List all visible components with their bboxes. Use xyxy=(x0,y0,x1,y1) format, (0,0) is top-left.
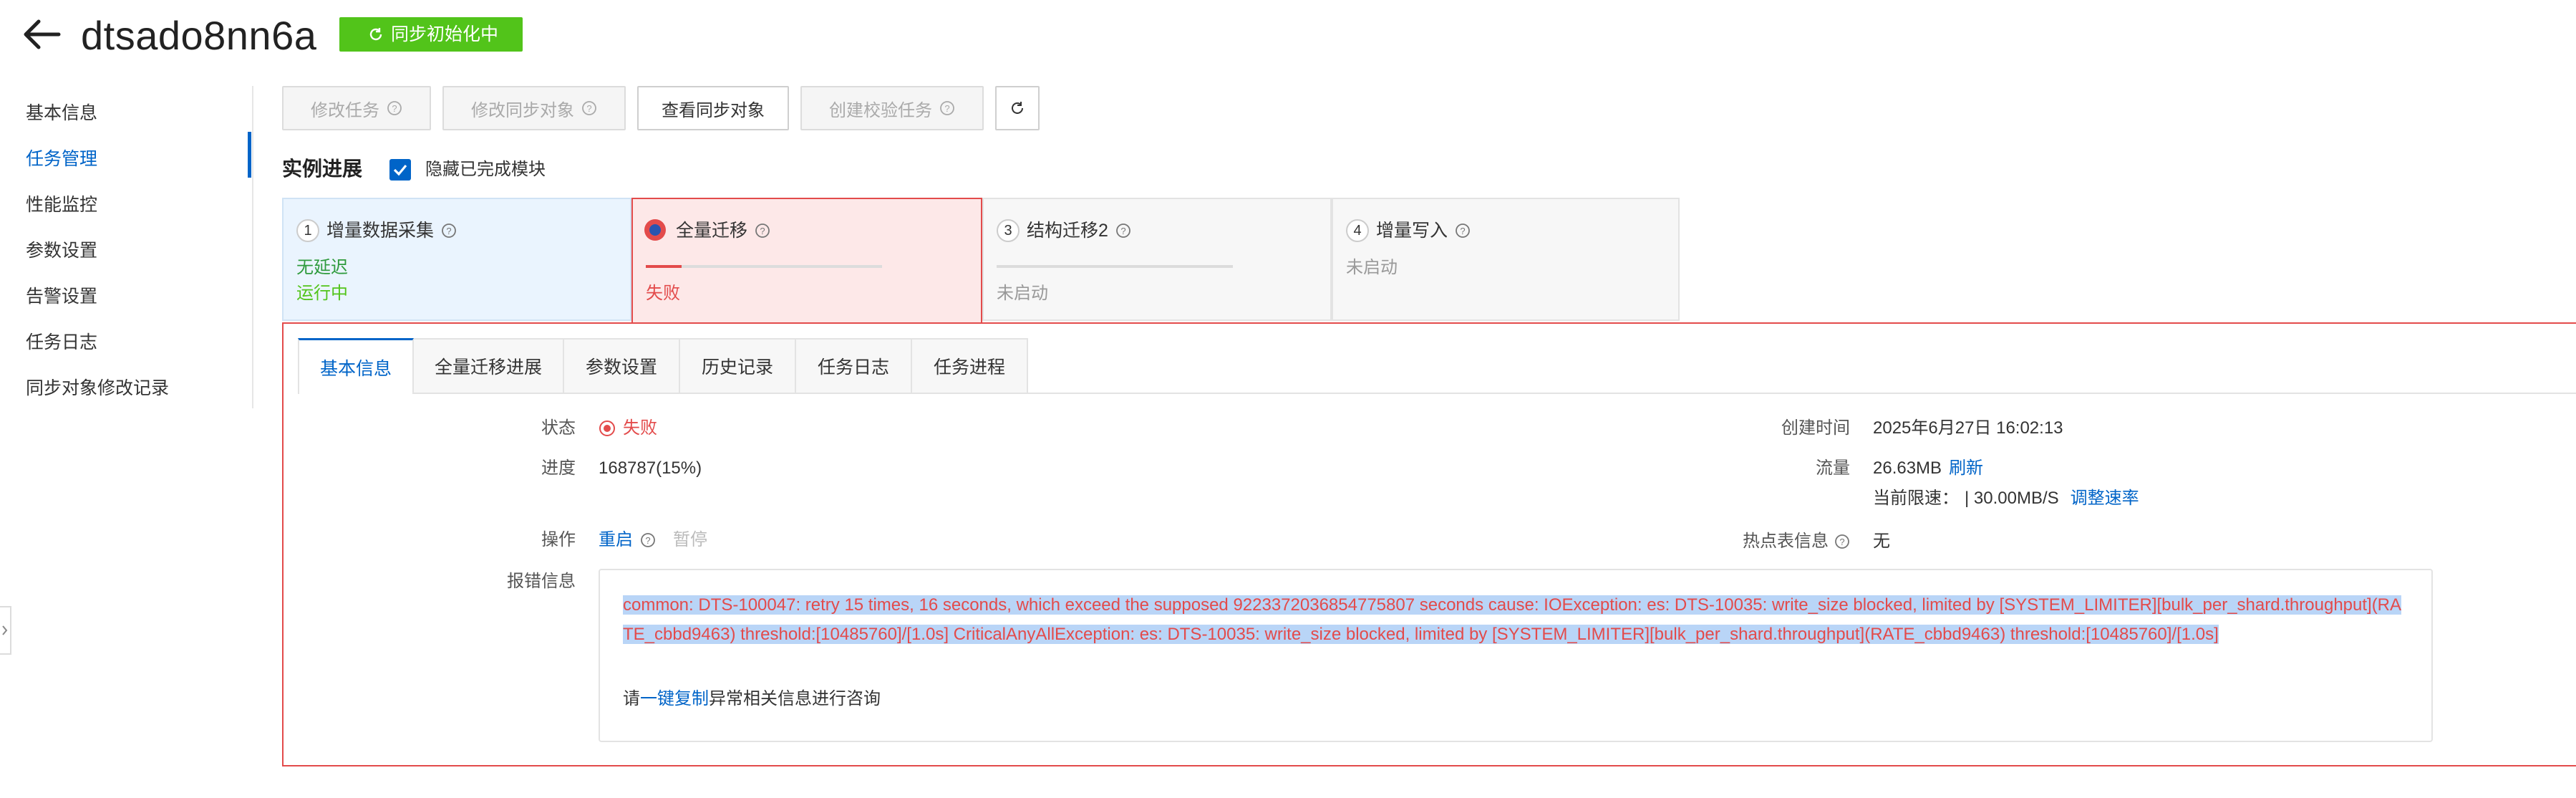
rate-limit-label: 当前限速： xyxy=(1873,489,1959,508)
status-badge: 同步初始化中 xyxy=(339,17,523,52)
hot-table-label: 热点表信息 xyxy=(1743,532,1829,551)
action-label: 操作 xyxy=(541,530,576,549)
step-card-schema-migration[interactable]: 3 结构迁移2 ? 未启动 xyxy=(982,198,1332,321)
step-progress-bar xyxy=(646,265,882,268)
created-time-label: 创建时间 xyxy=(1781,418,1850,438)
step-progress-bar xyxy=(997,265,1233,268)
help-icon: ? xyxy=(442,223,456,238)
detail-tabs: 基本信息 全量迁移进展 参数设置 历史记录 任务日志 任务进程 xyxy=(298,338,1028,394)
traffic-label: 流量 xyxy=(1816,458,1850,478)
step-card-incremental-collect[interactable]: 1 增量数据采集 ? 无延迟 运行中 xyxy=(282,198,631,321)
svg-text:?: ? xyxy=(760,226,765,236)
restart-link[interactable]: 重启 xyxy=(599,529,633,552)
sidebar-active-indicator xyxy=(248,132,251,178)
sidebar-item-object-change-log[interactable]: 同步对象修改记录 xyxy=(26,377,169,400)
step-status: 未启动 xyxy=(997,284,1048,303)
rate-limit-value: | 30.00MB/S xyxy=(1965,489,2059,508)
svg-text:?: ? xyxy=(586,103,591,114)
back-arrow-icon[interactable] xyxy=(20,14,63,54)
sidebar-item-task-management[interactable]: 任务管理 xyxy=(26,148,97,170)
sidebar-item-task-log[interactable]: 任务日志 xyxy=(26,331,97,354)
status-badge-label: 同步初始化中 xyxy=(391,24,499,44)
svg-text:?: ? xyxy=(1120,226,1125,236)
sidebar: 基本信息 任务管理 性能监控 参数设置 告警设置 任务日志 同步对象修改记录 xyxy=(0,86,253,408)
step-number: 1 xyxy=(296,219,319,242)
sidebar-item-basic-info[interactable]: 基本信息 xyxy=(26,102,97,125)
step-name: 增量数据采集 xyxy=(326,221,435,241)
help-icon: ? xyxy=(387,101,402,115)
svg-text:?: ? xyxy=(645,535,650,546)
step-card-incremental-write[interactable]: 4 增量写入 ? 未启动 xyxy=(1332,198,1680,321)
help-icon: ? xyxy=(641,533,655,547)
svg-text:?: ? xyxy=(1839,537,1844,547)
copy-error-link[interactable]: 一键复制 xyxy=(640,689,709,708)
progress-value: 168787(15%) xyxy=(599,458,702,478)
tabs-underline xyxy=(414,393,2576,394)
svg-text:?: ? xyxy=(446,226,451,236)
tab-history[interactable]: 历史记录 xyxy=(680,338,796,394)
refresh-icon xyxy=(1012,102,1023,114)
help-icon: ? xyxy=(1456,223,1470,238)
error-message-text[interactable]: common: DTS-100047: retry 15 times, 16 s… xyxy=(623,590,2406,649)
svg-text:?: ? xyxy=(944,103,949,114)
help-icon: ? xyxy=(940,101,954,115)
help-icon: ? xyxy=(1116,223,1130,238)
traffic-refresh-link[interactable]: 刷新 xyxy=(1949,457,1983,480)
step-name: 全量迁移 xyxy=(676,221,748,241)
help-icon: ? xyxy=(755,223,770,238)
step-number: 4 xyxy=(1346,219,1369,242)
chevron-right-icon xyxy=(2,625,8,635)
status-value: 失败 xyxy=(599,417,657,440)
step-run-status: 运行中 xyxy=(296,284,348,303)
tab-parameters[interactable]: 参数设置 xyxy=(564,338,680,394)
tab-task-log[interactable]: 任务日志 xyxy=(796,338,912,394)
modify-sync-objects-button[interactable]: 修改同步对象 ? xyxy=(442,86,626,130)
traffic-value: 26.63MB xyxy=(1873,458,1942,478)
tab-full-migration-progress[interactable]: 全量迁移进展 xyxy=(414,338,564,394)
created-time-value: 2025年6月27日 16:02:13 xyxy=(1873,418,2063,438)
svg-text:?: ? xyxy=(1460,226,1465,236)
help-icon: ? xyxy=(582,101,596,115)
error-message-box: common: DTS-100047: retry 15 times, 16 s… xyxy=(599,569,2433,742)
refresh-button[interactable] xyxy=(995,86,1040,130)
step-card-full-migration[interactable]: 全量迁移 ? 失败 xyxy=(631,198,982,324)
step-status: 失败 xyxy=(646,284,680,303)
pause-link[interactable]: 暂停 xyxy=(673,529,707,552)
view-sync-objects-button[interactable]: 查看同步对象 xyxy=(637,86,789,130)
hide-completed-label[interactable]: 隐藏已完成模块 xyxy=(425,158,546,182)
sidebar-item-parameters[interactable]: 参数设置 xyxy=(26,239,97,262)
fail-status-icon xyxy=(599,420,615,436)
tab-basic-info[interactable]: 基本信息 xyxy=(298,338,414,394)
status-label: 状态 xyxy=(541,418,576,438)
adjust-rate-link[interactable]: 调整速率 xyxy=(2071,487,2139,510)
step-delay-status: 无延迟 xyxy=(296,258,348,277)
error-label: 报错信息 xyxy=(507,572,576,591)
sidebar-item-alerts[interactable]: 告警设置 xyxy=(26,285,97,308)
help-icon: ? xyxy=(1835,534,1849,549)
step-name: 结构迁移2 xyxy=(1027,221,1108,241)
hot-table-value: 无 xyxy=(1873,532,1890,551)
svg-text:?: ? xyxy=(392,103,397,114)
sync-icon xyxy=(369,28,382,41)
step-name: 增量写入 xyxy=(1376,221,1448,241)
progress-label: 进度 xyxy=(541,458,576,478)
create-check-task-button[interactable]: 创建校验任务 ? xyxy=(800,86,984,130)
step-number: 3 xyxy=(997,219,1020,242)
step-status: 未启动 xyxy=(1346,258,1398,277)
step-progress-fill xyxy=(646,265,682,268)
tab-task-process[interactable]: 任务进程 xyxy=(912,338,1028,394)
fail-status-icon xyxy=(644,219,666,241)
sidebar-item-performance[interactable]: 性能监控 xyxy=(26,193,97,216)
modify-task-button[interactable]: 修改任务 ? xyxy=(282,86,431,130)
error-help-text: 请一键复制异常相关信息进行咨询 xyxy=(623,689,881,708)
sidebar-toggle[interactable] xyxy=(0,606,11,655)
hide-completed-checkbox[interactable] xyxy=(389,159,411,181)
check-icon xyxy=(393,164,407,176)
section-title-instance-progress: 实例进展 xyxy=(282,158,363,180)
page-title: dtsado8nn6a xyxy=(81,13,317,58)
